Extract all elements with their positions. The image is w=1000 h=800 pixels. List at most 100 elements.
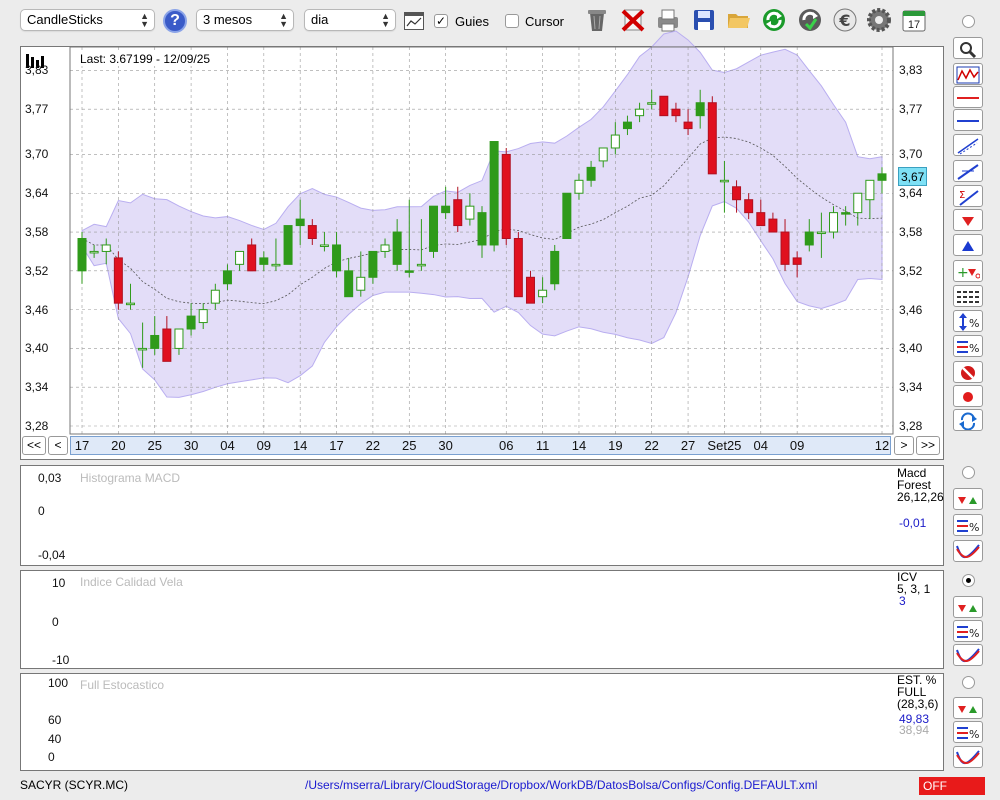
svg-text:%: % [969, 521, 979, 534]
candle-body [162, 328, 172, 362]
horizontal-percent-button[interactable]: % [953, 335, 983, 357]
y-tick-label: 3,64 [25, 186, 49, 201]
trendline-button[interactable] [953, 160, 983, 182]
nav-last-button[interactable]: >> [916, 436, 940, 455]
levels-percent-icon: % [957, 626, 979, 640]
red-hline-button[interactable] [953, 86, 983, 108]
record-button[interactable] [953, 385, 983, 407]
candle-body [647, 102, 657, 105]
nav-first-button[interactable]: << [22, 436, 46, 455]
stochastic-title: Full Estocastico [80, 678, 165, 692]
candle-body [841, 212, 851, 215]
candle-body [768, 218, 778, 233]
candle-body [332, 244, 342, 272]
nav-next-button[interactable]: > [894, 436, 914, 455]
macd-legend-line-3: 26,12,26 [897, 490, 944, 504]
x-tick-label: 30 [183, 438, 199, 453]
candle-body [368, 250, 378, 278]
y-tick-label: 0 [48, 750, 55, 765]
sigma-line-button[interactable]: Σ [953, 185, 983, 207]
macd-curve-button[interactable] [953, 540, 983, 562]
stochastic-levels-button[interactable]: % [953, 721, 983, 743]
y-tick-label: 0,03 [38, 471, 62, 486]
icv-curve-button[interactable] [953, 644, 983, 666]
y-tick-label: 3,77 [25, 102, 49, 117]
candle-body [513, 238, 523, 298]
x-tick-label: 25 [147, 438, 162, 453]
y-tick-label: 100 [48, 675, 69, 690]
sync-icon [959, 412, 977, 430]
x-tick-label: 14 [292, 438, 308, 453]
red-line-icon [957, 97, 979, 99]
y-tick-label: 3,40 [25, 341, 49, 356]
symbol-label: SACYR (SCYR.MC) [20, 778, 129, 792]
candle-body [392, 231, 402, 265]
candle-body [344, 270, 354, 298]
config-path-link[interactable]: /Users/mserra/Library/CloudStorage/Dropb… [305, 778, 817, 792]
candle-body [150, 334, 160, 349]
candle-body [186, 315, 196, 330]
candle-body [416, 263, 426, 267]
x-tick-label: 17 [329, 438, 344, 453]
candle-body [853, 192, 863, 214]
candle-body [792, 257, 802, 265]
candle-body [574, 179, 584, 194]
candle-body [550, 250, 560, 285]
current-price-badge: 3,67 [898, 167, 927, 186]
candle-body [622, 121, 632, 130]
y-tick-label: 3,34 [25, 380, 49, 395]
curves-icon [956, 750, 980, 765]
chart-line-icon [956, 66, 980, 84]
candle-body [744, 199, 754, 214]
macd-levels-button[interactable]: % [953, 514, 983, 536]
vertical-percent-button[interactable]: % [953, 310, 983, 332]
signals-button[interactable]: + [953, 260, 983, 282]
buy-arrow-button[interactable] [953, 234, 983, 256]
macd-signals-button[interactable] [953, 488, 983, 510]
candle-body [429, 205, 439, 252]
x-tick-label: 22 [644, 438, 659, 453]
y-tick-label: 3,70 [25, 147, 49, 162]
macd-legend: Macd Forest 26,12,26 [897, 467, 944, 503]
stochastic-curve-button[interactable] [953, 746, 983, 768]
macd-radio[interactable] [962, 466, 975, 479]
off-status-badge[interactable]: OFF [919, 777, 985, 795]
nav-prev-button[interactable]: < [48, 436, 68, 455]
zoom-button[interactable] [953, 37, 983, 59]
svg-text:%: % [969, 317, 979, 330]
channel-button[interactable] [953, 134, 983, 156]
y-tick-label: 3,28 [25, 419, 49, 433]
candle-body [562, 192, 572, 239]
blue-hline-button[interactable] [953, 109, 983, 131]
y-tick-label: 0 [52, 614, 59, 629]
icv-radio[interactable] [962, 574, 975, 587]
candle-body [610, 134, 620, 149]
candle-body [174, 328, 184, 349]
icv-signals-button[interactable] [953, 596, 983, 618]
sync-button[interactable] [953, 409, 983, 431]
y-tick-label: 40 [48, 731, 62, 746]
draw-chart-button[interactable] [953, 63, 983, 85]
candle-body [235, 250, 245, 265]
candle-body [635, 108, 645, 117]
grid-lines-button[interactable] [953, 285, 983, 307]
stochastic-signals-button[interactable] [953, 697, 983, 719]
arrows-icon [958, 605, 977, 612]
candle-body [865, 179, 875, 201]
svg-text:%: % [969, 342, 979, 355]
y-tick-label: 3,64 [899, 186, 923, 201]
dashed-lines-icon [957, 291, 979, 303]
candle-body [586, 166, 596, 181]
candle-body [441, 205, 451, 214]
stochastic-radio[interactable] [962, 676, 975, 689]
candle-body [756, 212, 766, 227]
sell-arrow-button[interactable] [953, 209, 983, 231]
clear-drawings-button[interactable] [953, 361, 983, 383]
trendline-icon [957, 164, 979, 180]
icv-levels-button[interactable]: % [953, 620, 983, 642]
candle-body [222, 270, 232, 285]
x-tick-label: 17 [74, 438, 90, 453]
curves-icon [956, 648, 980, 663]
candle-body [707, 102, 717, 175]
y-tick-label: 0 [38, 503, 45, 518]
